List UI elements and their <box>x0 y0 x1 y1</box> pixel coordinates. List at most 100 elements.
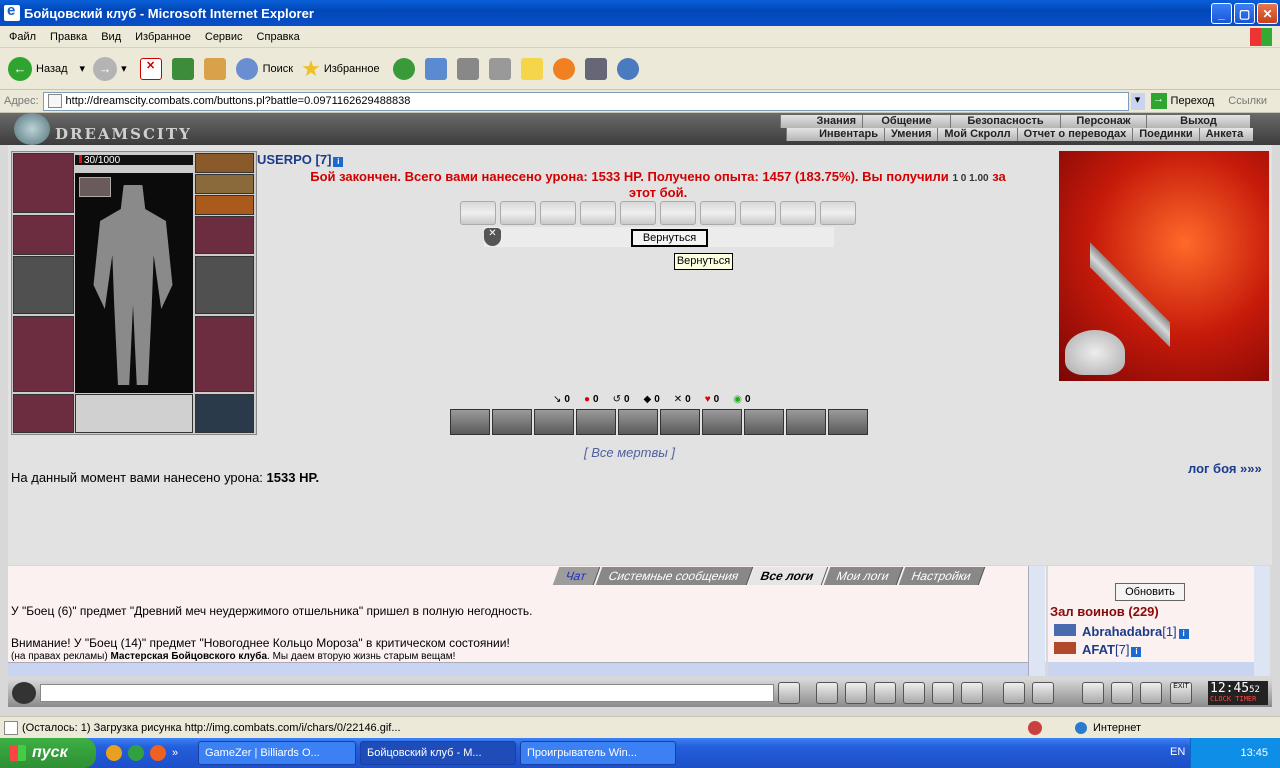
bag-icon[interactable] <box>1082 682 1104 704</box>
mail-icon[interactable] <box>424 57 447 80</box>
nav-communication[interactable]: Общение <box>862 115 950 128</box>
start-button[interactable]: пуск <box>0 738 96 768</box>
tab-chat[interactable]: Чат <box>552 567 601 585</box>
scroll-slot[interactable] <box>660 201 696 225</box>
menu-tools[interactable]: Сервис <box>205 31 243 43</box>
send-icon[interactable] <box>778 682 800 704</box>
skill-button[interactable] <box>702 409 742 435</box>
scroll-slot[interactable] <box>500 201 536 225</box>
info-icon[interactable]: i <box>333 157 344 167</box>
refresh-button[interactable]: Обновить <box>1115 583 1185 601</box>
task-combats[interactable]: Бойцовский клуб - M... <box>360 741 516 765</box>
nav-transfer-report[interactable]: Отчет о переводах <box>1016 128 1133 141</box>
exit-button[interactable]: EXIT <box>1170 682 1192 704</box>
scroll-slot[interactable] <box>740 201 776 225</box>
chat-vertical-scrollbar[interactable] <box>1028 566 1045 676</box>
info-icon[interactable]: i <box>1178 629 1189 639</box>
scroll-slot[interactable] <box>460 201 496 225</box>
sound-icon[interactable] <box>961 682 983 704</box>
skill-button[interactable] <box>660 409 700 435</box>
maximize-button[interactable]: ▢ <box>1234 3 1255 24</box>
skill-button[interactable] <box>744 409 784 435</box>
scroll-slot[interactable] <box>540 201 576 225</box>
nav-knowledge[interactable]: Знания <box>780 115 862 128</box>
nav-fights[interactable]: Поединки <box>1132 128 1199 141</box>
skill-button[interactable] <box>828 409 868 435</box>
close-button[interactable]: ✕ <box>1257 3 1278 24</box>
ring-slots[interactable] <box>195 195 254 215</box>
user-icon[interactable] <box>1111 682 1133 704</box>
skill-button[interactable] <box>534 409 574 435</box>
menu-help[interactable]: Справка <box>257 31 300 43</box>
forward-button[interactable]: → ▾ <box>93 56 127 81</box>
belt-slot[interactable] <box>13 394 74 433</box>
history-icon[interactable] <box>392 57 415 80</box>
menu-edit[interactable]: Правка <box>50 31 87 43</box>
minimize-button[interactable]: _ <box>1211 3 1232 24</box>
shield-slot[interactable] <box>195 256 254 314</box>
chat-mode-icon[interactable] <box>12 682 36 704</box>
settings-icon[interactable] <box>1032 682 1054 704</box>
return-button[interactable]: Вернуться <box>631 229 708 247</box>
nav-exit[interactable]: Выход <box>1146 115 1250 128</box>
scroll-slot[interactable] <box>820 201 856 225</box>
helmet-slot[interactable] <box>13 153 74 213</box>
print-icon[interactable] <box>456 57 479 80</box>
task-media-player[interactable]: Проигрыватель Win... <box>520 741 676 765</box>
username[interactable]: USERPO [7] i <box>257 152 344 167</box>
messenger-icon[interactable] <box>616 57 639 80</box>
walk-icon[interactable] <box>903 682 925 704</box>
info-icon[interactable]: i <box>1131 647 1142 657</box>
tab-settings[interactable]: Настройки <box>898 567 985 585</box>
amulet-slot[interactable] <box>195 174 254 194</box>
gloves-slot[interactable] <box>195 216 254 254</box>
more-icon[interactable]: » <box>172 747 178 759</box>
nav-inventory[interactable]: Инвентарь <box>786 128 884 141</box>
links-button[interactable]: Ссылки <box>1228 95 1267 107</box>
skill-button[interactable] <box>492 409 532 435</box>
save-icon[interactable] <box>874 682 896 704</box>
nav-my-scroll[interactable]: Мой Скролл <box>937 128 1017 141</box>
nav-security[interactable]: Безопасность <box>950 115 1060 128</box>
skill-button[interactable] <box>576 409 616 435</box>
back-button[interactable]: ← Назад ▾ <box>8 56 85 81</box>
battle-log-link[interactable]: лог боя »»» <box>1188 461 1262 476</box>
chat-input[interactable] <box>40 684 774 702</box>
scroll-slot[interactable] <box>700 201 736 225</box>
menu-view[interactable]: Вид <box>101 31 121 43</box>
menu-file[interactable]: Файл <box>9 31 36 43</box>
favorites-button[interactable]: ★ Избранное <box>301 56 379 82</box>
pocket-slots[interactable] <box>75 394 193 433</box>
earring-slot[interactable] <box>195 153 254 173</box>
menu-favorites[interactable]: Избранное <box>135 31 191 43</box>
address-input[interactable]: http://dreamscity.combats.com/buttons.pl… <box>42 91 1129 111</box>
scroll-slot[interactable] <box>620 201 656 225</box>
task-gamezer[interactable]: GameZer | Billiards O... <box>198 741 356 765</box>
go-button[interactable]: → Переход <box>1150 93 1214 109</box>
at-icon[interactable] <box>552 57 575 80</box>
boots-slot[interactable] <box>195 394 254 433</box>
stop-icon[interactable]: ✕ <box>139 57 162 80</box>
scroll-slot[interactable] <box>580 201 616 225</box>
chat-horizontal-scrollbar[interactable] <box>8 662 1028 676</box>
skill-button[interactable] <box>450 409 490 435</box>
bracer-slot[interactable] <box>13 215 74 255</box>
address-dropdown-icon[interactable]: ▾ <box>1130 92 1145 110</box>
skill-button[interactable] <box>618 409 658 435</box>
home-icon[interactable] <box>203 57 226 80</box>
online-vertical-scrollbar[interactable] <box>1254 566 1270 676</box>
edit-icon[interactable] <box>488 57 511 80</box>
nav-skills[interactable]: Умения <box>884 128 938 141</box>
nav-character[interactable]: Персонаж <box>1060 115 1146 128</box>
quicklaunch-icon[interactable] <box>106 745 122 761</box>
filter-icon[interactable] <box>845 682 867 704</box>
player-item[interactable]: AFAT[7] i <box>1054 642 1142 657</box>
smile-icon[interactable] <box>1003 682 1025 704</box>
translit-icon[interactable] <box>932 682 954 704</box>
lock-icon[interactable] <box>1140 682 1162 704</box>
skill-button[interactable] <box>786 409 826 435</box>
scroll-slot[interactable] <box>780 201 816 225</box>
search-button[interactable]: Поиск <box>231 57 293 80</box>
player-item[interactable]: Abrahadabra[1] i <box>1054 624 1189 639</box>
research-icon[interactable] <box>584 57 607 80</box>
